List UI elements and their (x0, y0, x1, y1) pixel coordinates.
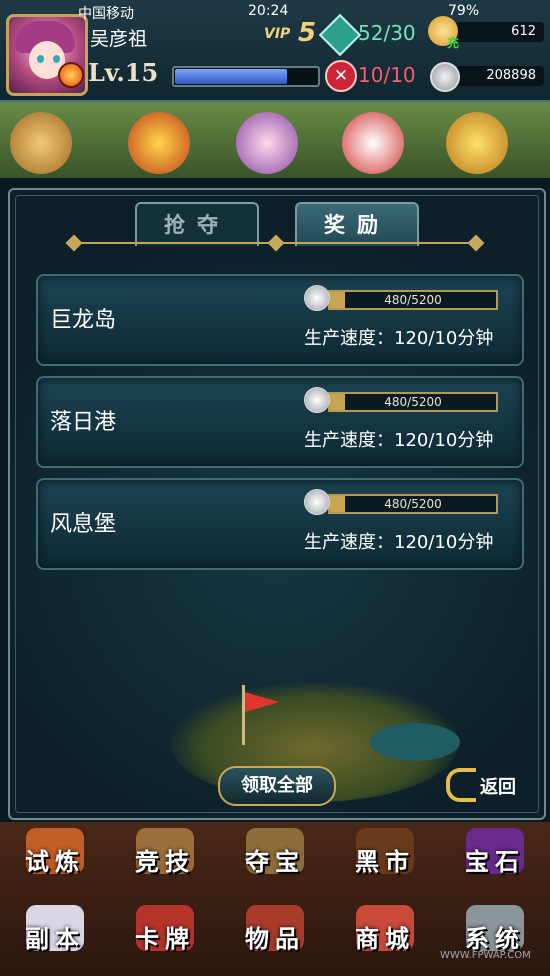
tab-divider (65, 234, 485, 252)
divider-ornament (267, 234, 285, 252)
nav-label: 副本 (25, 924, 85, 953)
nav-label: 夺宝 (245, 847, 305, 876)
silver-coin-icon (304, 387, 330, 413)
gem-counter: 612 (456, 22, 544, 42)
production-text: 480/5200 (384, 293, 442, 307)
back-arrow-icon (446, 768, 476, 802)
nav-label: 宝石 (465, 847, 525, 876)
exp-bar (172, 66, 320, 87)
nav-treasure[interactable]: 夺宝 (220, 822, 330, 899)
vip-level: 5 (298, 18, 317, 48)
nav-cards[interactable]: 卡牌 (110, 899, 220, 976)
production-bar: 480/5200 (328, 392, 498, 412)
silver-coin-icon (304, 489, 330, 515)
island-card[interactable]: 风息堡 480/5200 生产速度：120/10分钟 (36, 478, 524, 570)
island-card[interactable]: 落日港 480/5200 生产速度：120/10分钟 (36, 376, 524, 468)
nav-label: 卡牌 (135, 924, 195, 953)
island-card[interactable]: 巨龙岛 480/5200 生产速度：120/10分钟 (36, 274, 524, 366)
player-name: 吴彦祖 (90, 28, 148, 50)
coin-value: 208898 (486, 68, 536, 83)
exp-fill (175, 69, 287, 84)
map-pond (370, 723, 460, 761)
island-name: 巨龙岛 (50, 308, 117, 333)
avatar-eye (53, 55, 60, 63)
back-button[interactable]: 返回 (446, 768, 530, 802)
coin-counter: 208898 (456, 66, 544, 86)
nav-trial[interactable]: 试炼 (0, 822, 110, 899)
tab-loot[interactable]: 抢夺 (135, 202, 259, 246)
nav-black-market[interactable]: 黑市 (330, 822, 440, 899)
battery-label: 79% (448, 3, 480, 19)
energy-icon: ✕ (325, 60, 357, 92)
nav-items[interactable]: 物品 (220, 899, 330, 976)
carrier-label: 中国移动 (78, 6, 134, 22)
red-flag-icon (245, 692, 279, 712)
production-bar: 480/5200 (328, 290, 498, 310)
nav-label: 黑市 (355, 847, 415, 876)
nav-arena[interactable]: 竞技 (110, 822, 220, 899)
production-speed: 生产速度：120/10分钟 (304, 532, 494, 553)
production-speed: 生产速度：120/10分钟 (304, 328, 494, 349)
island-name: 风息堡 (50, 512, 117, 537)
gem-value: 612 (511, 24, 536, 39)
nav-dungeon[interactable]: 副本 (0, 899, 110, 976)
recharge-button[interactable]: 充 (447, 34, 459, 51)
nav-label: 物品 (245, 924, 305, 953)
nav-gem[interactable]: 宝石 (440, 822, 550, 899)
silver-coin-icon (304, 285, 330, 311)
vip-label: VIP (264, 26, 291, 42)
tab-reward[interactable]: 奖励 (295, 202, 419, 246)
production-speed: 生产速度：120/10分钟 (304, 430, 494, 451)
island-name: 落日港 (50, 410, 117, 435)
avatar-eye (37, 55, 44, 63)
player-level: Lv.15 (88, 58, 159, 87)
nav-label: 商城 (355, 924, 415, 953)
clock: 20:24 (248, 3, 289, 19)
gift-box-icon[interactable] (128, 112, 190, 174)
divider-ornament (65, 234, 83, 252)
silver-coin-icon (430, 62, 460, 92)
hero-portrait-icon[interactable] (236, 112, 298, 174)
nav-shop[interactable]: 商城 (330, 899, 440, 976)
stamina-value: 52/30 (358, 21, 416, 45)
nav-label: 试炼 (25, 847, 85, 876)
back-label: 返回 (480, 777, 516, 798)
production-bar: 480/5200 (328, 494, 498, 514)
ribbon-gift-icon[interactable] (342, 112, 404, 174)
event-reward-strip (0, 102, 550, 178)
watermark-text: WWW.FPWAP.COM (440, 950, 531, 961)
divider-ornament (467, 234, 485, 252)
fire-icon (58, 62, 84, 88)
production-text: 480/5200 (384, 395, 442, 409)
nav-settings[interactable]: 系统 (440, 899, 550, 976)
production-text: 480/5200 (384, 497, 442, 511)
status-bar: 中国移动 20:24 79% (0, 0, 550, 22)
nav-label: 竞技 (135, 847, 195, 876)
claim-all-button[interactable]: 领取全部 (218, 766, 336, 806)
horn-reward-icon[interactable] (446, 112, 508, 174)
island-panel: 抢夺 奖励 巨龙岛 480/5200 生产速度：120/10分钟 落日港 480… (8, 188, 546, 820)
energy-value: 10/10 (358, 63, 416, 87)
nav-label: 系统 (465, 924, 525, 953)
clock-reward-icon[interactable] (10, 112, 72, 174)
